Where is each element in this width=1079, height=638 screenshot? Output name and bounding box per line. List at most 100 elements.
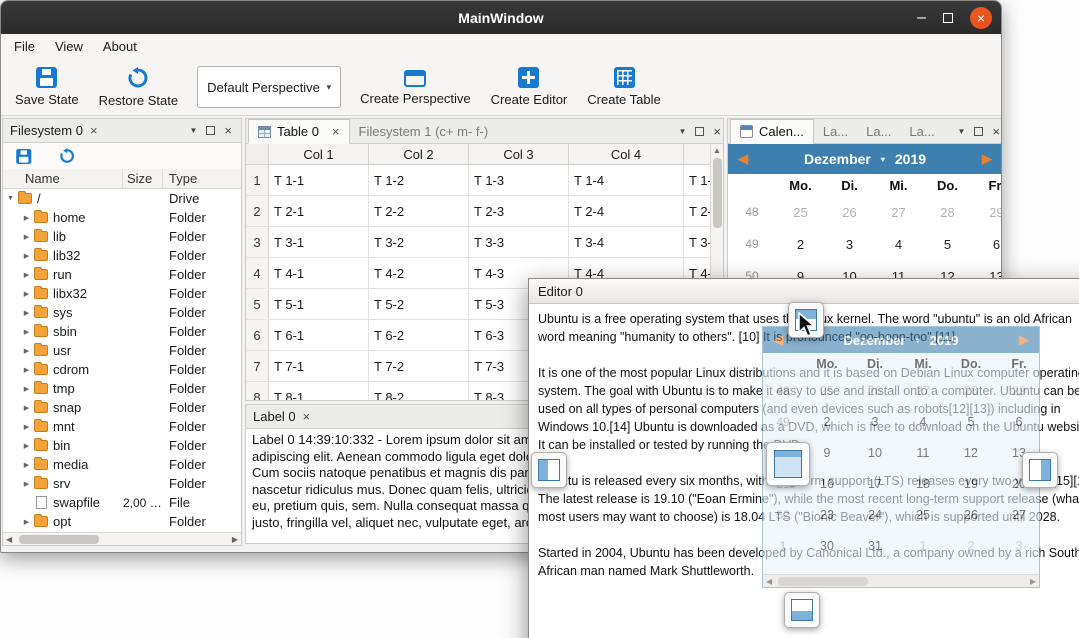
create-perspective-button[interactable]: Create Perspective	[350, 64, 481, 110]
calendar-date[interactable]: 26	[825, 205, 874, 220]
tree-row[interactable]: ▶mntFolder	[3, 417, 241, 436]
tree-row[interactable]: ▶binFolder	[3, 436, 241, 455]
expander-icon[interactable]: ▶	[21, 309, 32, 317]
horizontal-scrollbar[interactable]: ◀ ▶	[3, 532, 241, 545]
filesystem-titlebar[interactable]: Filesystem 0 × ▼ ×	[3, 119, 241, 143]
tab-close-icon[interactable]: ×	[332, 125, 340, 138]
calendar-date[interactable]: 5	[923, 237, 972, 252]
save-state-button[interactable]: Save State	[5, 63, 89, 111]
table-cell[interactable]: T 5-1	[269, 289, 369, 319]
expander-icon[interactable]: ▶	[21, 480, 32, 488]
drop-indicator-right[interactable]	[1022, 452, 1058, 488]
close-button[interactable]: ×	[970, 7, 992, 29]
tree-row[interactable]: ▶srvFolder	[3, 474, 241, 493]
table-cell[interactable]: T 3-1	[269, 227, 369, 257]
tree-row[interactable]: ▶homeFolder	[3, 208, 241, 227]
row-header[interactable]: 4	[246, 258, 269, 288]
next-month-button[interactable]: ▶	[982, 151, 992, 167]
tree-row[interactable]: ▶optFolder	[3, 512, 241, 531]
table-cell[interactable]: T 2-3	[469, 196, 569, 226]
calendar-date[interactable]: 2	[776, 237, 825, 252]
tree-row[interactable]: ▶sbinFolder	[3, 322, 241, 341]
float-button[interactable]	[206, 123, 215, 138]
table-cell[interactable]: T 2-2	[369, 196, 469, 226]
tree-row[interactable]: ▶lib32Folder	[3, 246, 241, 265]
table-cell[interactable]: T 4-1	[269, 258, 369, 288]
table-cell[interactable]: T 5-2	[369, 289, 469, 319]
maximize-button[interactable]	[943, 13, 953, 23]
row-header[interactable]: 8	[246, 382, 269, 400]
table-cell[interactable]: T 2-4	[569, 196, 684, 226]
tree-row[interactable]: swapfile2,00 …File	[3, 493, 241, 512]
tree-row[interactable]: ▶usrFolder	[3, 341, 241, 360]
tabs-menu-button[interactable]: ▼	[678, 127, 686, 136]
scrollbar-thumb[interactable]	[713, 158, 722, 228]
tree-row[interactable]: ▶snapFolder	[3, 398, 241, 417]
table-cell[interactable]: T 4-2	[369, 258, 469, 288]
column-header-type[interactable]: Type	[163, 169, 241, 188]
expander-icon[interactable]: ▶	[21, 252, 32, 260]
drop-indicator-bottom[interactable]	[784, 592, 820, 628]
titlebar[interactable]: MainWindow – ×	[1, 1, 1001, 34]
tree-row[interactable]: ▶libFolder	[3, 227, 241, 246]
table-cell[interactable]: T 7-1	[269, 351, 369, 381]
calendar-date[interactable]: 29	[972, 205, 1002, 220]
editor-titlebar[interactable]: Editor 0 ×	[529, 279, 1079, 304]
expander-icon[interactable]: ▶	[21, 404, 32, 412]
restore-state-button[interactable]: Restore State	[89, 63, 189, 112]
tree-row[interactable]: ▶sysFolder	[3, 303, 241, 322]
drop-indicator-center[interactable]	[766, 442, 810, 486]
menu-view[interactable]: View	[45, 34, 93, 59]
table-cell[interactable]: T 8-2	[369, 382, 469, 400]
expander-icon[interactable]: ▶	[21, 423, 32, 431]
row-header[interactable]: 1	[246, 165, 269, 195]
scroll-up-icon[interactable]: ▲	[713, 146, 721, 155]
dock-close-button[interactable]: ×	[224, 123, 232, 138]
column-header-size[interactable]: Size	[123, 169, 163, 188]
expander-icon[interactable]: ▶	[21, 366, 32, 374]
create-table-button[interactable]: Create Table	[577, 63, 670, 111]
table-cell[interactable]: T 6-1	[269, 320, 369, 350]
table-cell[interactable]: T 3-4	[569, 227, 684, 257]
minimize-button[interactable]: –	[917, 13, 926, 23]
tree-row[interactable]: ▶cdromFolder	[3, 360, 241, 379]
table-cell[interactable]: T 1-1	[269, 165, 369, 195]
expander-icon[interactable]: ▶	[21, 518, 32, 526]
table-cell[interactable]: T 2-1	[269, 196, 369, 226]
table-cell[interactable]: T 3-3	[469, 227, 569, 257]
column-header[interactable]: Col 3	[469, 144, 569, 164]
menu-about[interactable]: About	[93, 34, 147, 59]
row-header[interactable]: 2	[246, 196, 269, 226]
fs-save-button[interactable]	[9, 146, 39, 167]
expander-icon[interactable]: ▼	[5, 195, 16, 202]
scroll-left-icon[interactable]: ◀	[6, 535, 12, 544]
tab-filesystem-1[interactable]: Filesystem 1 (c+ m- f-)	[350, 119, 498, 143]
row-header[interactable]: 5	[246, 289, 269, 319]
tree-row[interactable]: ▶runFolder	[3, 265, 241, 284]
dock-close-button[interactable]: ×	[713, 124, 721, 139]
table-cell[interactable]: T 1-2	[369, 165, 469, 195]
tree-row[interactable]: ▶libx32Folder	[3, 284, 241, 303]
expander-icon[interactable]: ▶	[21, 347, 32, 355]
table-corner[interactable]	[246, 144, 269, 164]
expander-icon[interactable]: ▶	[21, 461, 32, 469]
tabs-menu-button[interactable]: ▼	[957, 127, 965, 136]
table-cell[interactable]: T 8-1	[269, 382, 369, 400]
column-header[interactable]: Col 4	[569, 144, 684, 164]
tree-row[interactable]: ▼/Drive	[3, 189, 241, 208]
row-header[interactable]: 3	[246, 227, 269, 257]
expander-icon[interactable]: ▶	[21, 442, 32, 450]
calendar-date[interactable]: 25	[776, 205, 825, 220]
expander-icon[interactable]: ▶	[21, 271, 32, 279]
expander-icon[interactable]: ▶	[21, 233, 32, 241]
table-cell[interactable]: T 6-2	[369, 320, 469, 350]
column-header[interactable]: Col 1	[269, 144, 369, 164]
drop-indicator-left[interactable]	[531, 452, 567, 488]
dock-close-button[interactable]: ×	[992, 124, 1000, 139]
prev-month-button[interactable]: ◀	[738, 151, 748, 167]
menu-file[interactable]: File	[4, 34, 45, 59]
tabs-menu-button[interactable]: ▼	[189, 126, 197, 135]
tab-label-2[interactable]: La...	[857, 119, 900, 143]
table-cell[interactable]: T 7-2	[369, 351, 469, 381]
tab-label-1[interactable]: La...	[814, 119, 857, 143]
